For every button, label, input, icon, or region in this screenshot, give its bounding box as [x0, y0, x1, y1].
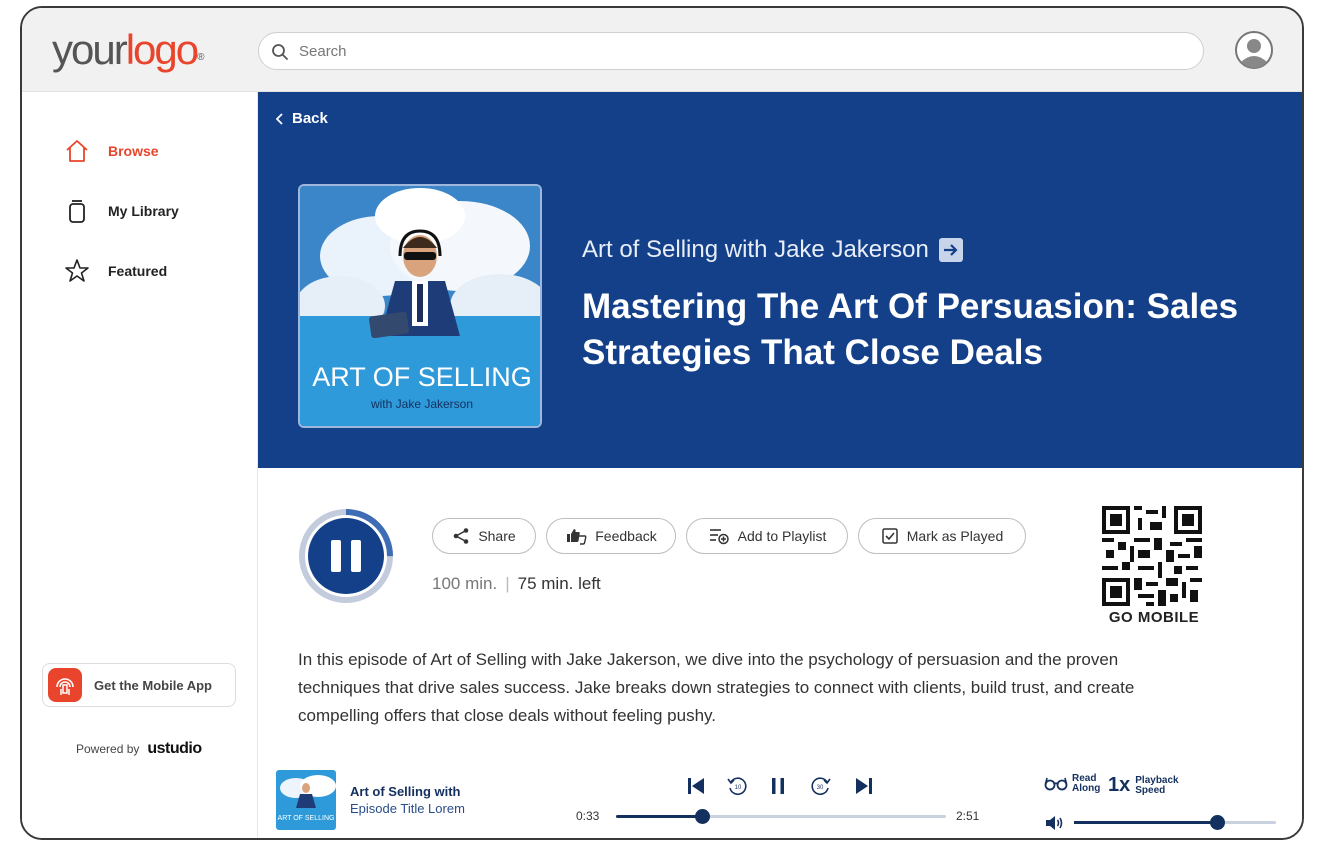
read-along-button[interactable]: Read Along — [1044, 774, 1100, 794]
sidebar-item-featured[interactable]: Featured — [64, 256, 167, 286]
pause-icon — [772, 778, 784, 794]
checkbox-icon — [882, 528, 898, 544]
episode-hero: Back ART OF SELLING with Jake Jakerson A… — [258, 92, 1302, 468]
volume-fill — [1074, 821, 1218, 824]
bottom-player-bar: ART OF SELLING Art of Selling with Episo… — [258, 762, 1302, 838]
podcast-cover-art: ART OF SELLING with Jake Jakerson — [298, 184, 542, 428]
volume-icon — [1046, 816, 1063, 830]
svg-text:30: 30 — [817, 785, 824, 791]
library-icon — [69, 200, 85, 223]
sidebar-item-browse[interactable]: Browse — [64, 136, 159, 166]
volume-handle[interactable] — [1210, 815, 1226, 830]
sidebar: Browse My Library Featured Get the Mobil… — [22, 92, 258, 838]
glasses-icon — [1044, 777, 1068, 791]
previous-track-button[interactable] — [686, 776, 706, 801]
cover-subtitle: with Jake Jakerson — [370, 397, 473, 411]
search-input[interactable]: Search — [299, 43, 347, 60]
mark-as-played-button[interactable]: Mark as Played — [858, 518, 1026, 554]
add-to-playlist-button[interactable]: Add to Playlist — [686, 518, 848, 554]
star-icon — [65, 259, 89, 282]
share-button[interactable]: Share — [432, 518, 536, 554]
playback-speed-button[interactable]: 1x Playback Speed — [1108, 774, 1179, 797]
cover-title: ART OF SELLING — [312, 362, 532, 392]
playlist-add-icon — [709, 529, 729, 545]
speed-value: 1x — [1108, 774, 1131, 796]
get-mobile-app-button[interactable]: Get the Mobile App — [42, 663, 236, 707]
back-button[interactable]: Back — [276, 110, 328, 127]
app-window: yourlogo® Search Browse My Library Featu… — [20, 6, 1304, 840]
arrow-right-icon — [938, 238, 963, 262]
mobile-app-icon — [48, 668, 82, 702]
skip-next-icon — [856, 778, 872, 794]
home-icon — [66, 140, 88, 162]
feedback-button[interactable]: Feedback — [546, 518, 676, 554]
total-duration: 100 min. — [432, 574, 498, 593]
rewind-10-icon: 10 — [727, 777, 747, 795]
go-mobile-label: GO MOBILE — [1108, 609, 1200, 626]
seek-bar-fill — [616, 815, 702, 818]
forward-30-icon: 30 — [811, 777, 831, 795]
svg-text:10: 10 — [735, 785, 742, 791]
chevron-left-icon — [276, 112, 283, 125]
brand-logo[interactable]: yourlogo® — [52, 26, 204, 74]
episode-description: In this episode of Art of Selling with J… — [298, 650, 1135, 725]
thumbnail-title: ART OF SELLING — [278, 815, 335, 822]
search-icon — [272, 44, 288, 60]
rewind-10-button[interactable]: 10 — [726, 775, 748, 802]
seek-handle[interactable] — [694, 809, 710, 824]
forward-30-button[interactable]: 30 — [810, 775, 832, 802]
seek-bar[interactable] — [616, 809, 946, 824]
total-time: 2:51 — [956, 809, 980, 823]
sidebar-item-my-library[interactable]: My Library — [64, 196, 179, 226]
search-bar[interactable]: Search — [258, 32, 1204, 70]
player-episode-title: Episode Title Lorem — [350, 801, 465, 816]
player-title: Art of Selling with — [350, 784, 461, 799]
qr-code[interactable] — [1102, 506, 1202, 606]
share-icon — [454, 528, 469, 544]
volume-slider[interactable] — [1074, 815, 1276, 830]
powered-by: Powered by ustudio — [76, 740, 202, 758]
user-avatar-icon[interactable] — [1234, 30, 1274, 70]
main-pause-button[interactable] — [298, 508, 394, 604]
episode-title: Mastering The Art Of Persuasion: Sales S… — [582, 287, 1239, 372]
time-remaining: 75 min. left — [517, 574, 601, 593]
current-time: 0:33 — [576, 809, 600, 823]
volume-button[interactable] — [1044, 814, 1064, 837]
ustudio-logo[interactable]: ustudio — [147, 740, 202, 758]
player-thumbnail[interactable]: ART OF SELLING — [276, 770, 336, 830]
thumbs-up-down-icon — [567, 529, 587, 545]
top-header: yourlogo® Search — [22, 8, 1302, 92]
next-track-button[interactable] — [854, 776, 874, 801]
show-title-link[interactable]: Art of Selling with Jake Jakerson — [582, 236, 963, 264]
pause-icon — [331, 540, 341, 572]
episode-duration: 100 min. | 75 min. left — [432, 574, 601, 593]
player-pause-button[interactable] — [768, 776, 788, 801]
skip-previous-icon — [688, 778, 704, 794]
